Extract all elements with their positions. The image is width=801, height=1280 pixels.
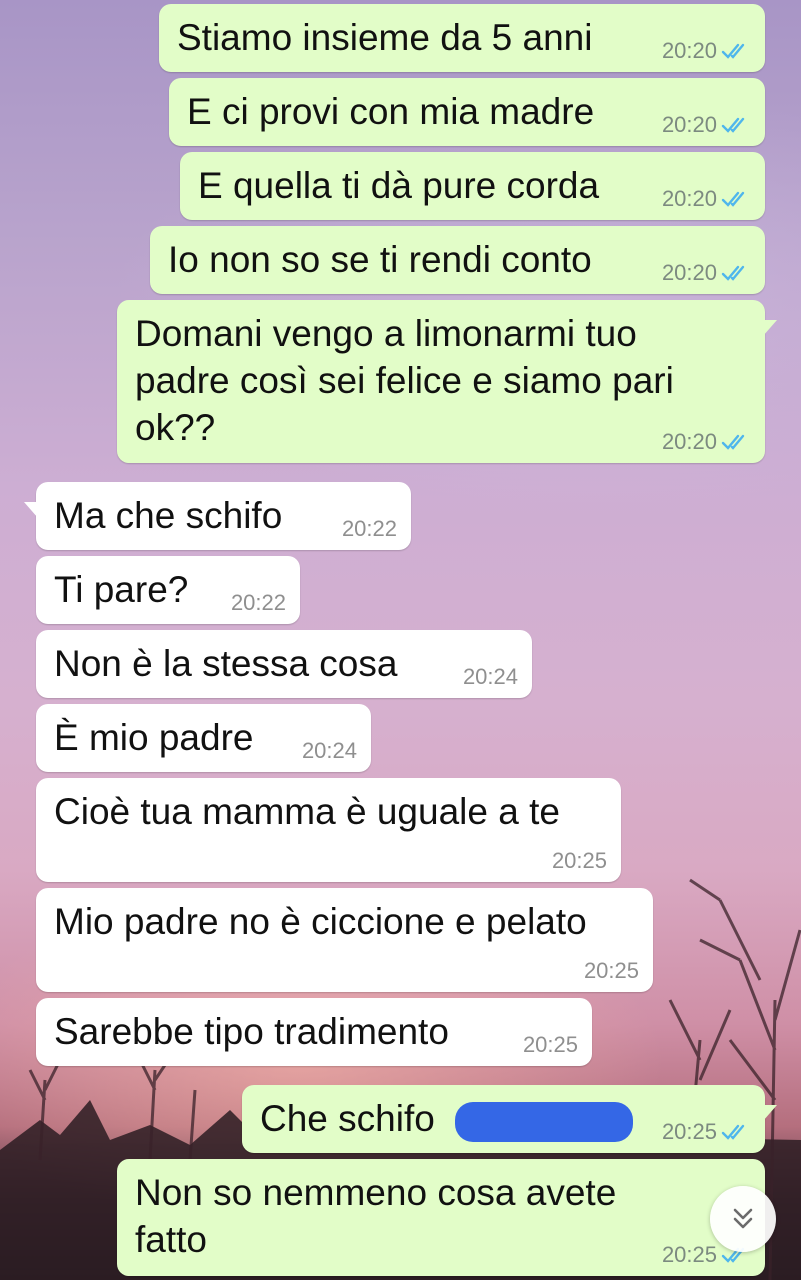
message-text: E quella ti dà pure corda [198, 165, 600, 206]
message-bubble-incoming[interactable]: Mio padre no è ciccione e pelato 20:25 [36, 888, 653, 992]
read-ticks-icon [721, 191, 745, 207]
message-meta: 20:24 [302, 738, 357, 764]
bubble-tail [763, 300, 777, 336]
message-meta: 20:22 [231, 590, 286, 616]
message-meta: 20:25 [552, 848, 607, 874]
message-bubble-incoming[interactable]: Ti pare? 20:22 [36, 556, 300, 624]
message-text: Non è la stessa cosa [54, 643, 398, 684]
message-time: 20:22 [341, 516, 397, 541]
message-bubble-outgoing[interactable]: Domani vengo a limonarmi tuo padre così … [117, 300, 777, 463]
message-text: Sarebbe tipo tradimento [54, 1011, 449, 1052]
message-meta: 20:24 [463, 664, 518, 690]
message-text: Domani vengo a limonarmi tuo padre così … [135, 313, 674, 448]
read-ticks-icon [721, 434, 745, 450]
message-text: È mio padre [54, 717, 254, 758]
message-time: 20:20 [661, 38, 717, 63]
message-meta: 20:20 [662, 112, 751, 138]
message-meta: 20:22 [342, 516, 397, 542]
message-bubble-incoming[interactable]: È mio padre 20:24 [36, 704, 371, 772]
message-bubble-incoming[interactable]: Sarebbe tipo tradimento 20:25 [36, 998, 592, 1066]
message-bubble-outgoing[interactable]: E ci provi con mia madre 20:20 [169, 78, 765, 146]
message-meta: 20:25 [584, 958, 639, 984]
message-meta: 20:20 [662, 186, 751, 212]
message-bubble-incoming[interactable]: Cioè tua mamma è uguale a te 20:25 [36, 778, 621, 882]
read-ticks-icon [721, 265, 745, 281]
message-bubble-outgoing[interactable]: E quella ti dà pure corda 20:20 [180, 152, 765, 220]
message-text: Ma che schifo [54, 495, 283, 536]
message-text: Non so nemmeno cosa avete fatto [135, 1172, 617, 1260]
bubble-tail [763, 1085, 777, 1121]
message-bubble-outgoing[interactable]: Stiamo insieme da 5 anni 20:20 [159, 4, 765, 72]
message-time: 20:25 [583, 958, 639, 983]
message-bubble-incoming[interactable]: Non è la stessa cosa 20:24 [36, 630, 532, 698]
message-time: 20:25 [661, 1119, 717, 1144]
read-ticks-icon [721, 1124, 745, 1140]
message-meta: 20:20 [662, 429, 751, 455]
message-time: 20:25 [661, 1242, 717, 1267]
message-text: Io non so se ti rendi conto [168, 239, 592, 280]
read-ticks-icon [721, 117, 745, 133]
message-time: 20:20 [661, 429, 717, 454]
message-bubble-outgoing[interactable]: Non so nemmeno cosa avete fatto 20:25 [117, 1159, 765, 1276]
message-text: Che schifo [260, 1098, 435, 1139]
message-text: Ti pare? [54, 569, 189, 610]
message-bubble-incoming[interactable]: Ma che schifo 20:22 [24, 482, 411, 550]
message-meta: 20:20 [662, 260, 751, 286]
message-text: Mio padre no è ciccione e pelato [54, 901, 587, 942]
redaction-mark [455, 1102, 633, 1142]
message-time: 20:22 [230, 590, 286, 615]
message-bubble-outgoing[interactable]: Io non so se ti rendi conto 20:20 [150, 226, 765, 294]
message-time: 20:20 [661, 112, 717, 137]
message-text: Stiamo insieme da 5 anni [177, 17, 593, 58]
bubble-tail [24, 482, 38, 518]
message-meta: 20:20 [662, 38, 751, 64]
double-chevron-down-icon [733, 1208, 753, 1229]
message-time: 20:24 [462, 664, 518, 689]
message-meta: 20:25 [523, 1032, 578, 1058]
message-meta: 20:25 [662, 1119, 751, 1145]
read-ticks-icon [721, 43, 745, 59]
message-time: 20:20 [661, 186, 717, 211]
message-time: 20:25 [551, 848, 607, 873]
message-text: Cioè tua mamma è uguale a te [54, 791, 560, 832]
scroll-to-bottom-button[interactable] [710, 1186, 776, 1252]
message-time: 20:24 [301, 738, 357, 763]
message-time: 20:25 [522, 1032, 578, 1057]
message-text: E ci provi con mia madre [187, 91, 595, 132]
message-time: 20:20 [661, 260, 717, 285]
